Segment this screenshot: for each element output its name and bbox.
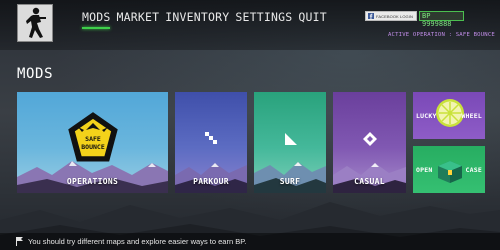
active-nav-indicator (82, 27, 110, 29)
stairs-icon (205, 132, 217, 144)
nav-market[interactable]: MARKET (117, 9, 160, 25)
main-nav: MODS MARKET INVENTORY SETTINGS QUIT (82, 9, 333, 25)
winged-pentagon-badge-icon: SAFE BOUNCE (68, 112, 118, 162)
card-mountains (333, 163, 406, 193)
card-label-surf: SURF (279, 177, 301, 186)
nav-mods[interactable]: MODS (82, 9, 111, 25)
facebook-login-button[interactable]: FACEBOOK LOGIN (365, 11, 417, 21)
card-mountains (175, 163, 247, 193)
nav-settings[interactable]: SETTINGS (235, 9, 292, 25)
facebook-icon (368, 13, 374, 19)
badge-text-bounce: BOUNCE (81, 143, 105, 151)
mode-card-operations[interactable]: SAFE BOUNCE OPERATIONS (17, 92, 168, 193)
case-label: CASE (465, 166, 482, 174)
case-box-icon (438, 161, 462, 183)
tip-text: You should try different maps and explor… (28, 237, 247, 246)
wheel-label: WHEEL (461, 112, 482, 120)
triangle-ramp-icon (285, 133, 297, 145)
mode-card-casual[interactable]: CASUAL (333, 92, 406, 193)
soldier-running-icon (26, 7, 46, 38)
lucky-label: LUCKY (416, 112, 437, 120)
badge-text-safe: SAFE (85, 135, 101, 143)
facebook-login-label: FACEBOOK LOGIN (376, 13, 413, 19)
card-label-parkour: PARKOUR (193, 177, 229, 186)
top-bar: MODS MARKET INVENTORY SETTINGS QUIT FACE… (0, 0, 500, 50)
nav-quit[interactable]: QUIT (298, 9, 327, 25)
card-label-casual: CASUAL (354, 177, 385, 186)
diamond-cross-icon (363, 132, 377, 146)
page-title: MODS (17, 66, 54, 82)
avatar[interactable] (17, 4, 53, 42)
mode-card-surf[interactable]: SURF (254, 92, 326, 193)
mode-card-parkour[interactable]: PARKOUR (175, 92, 247, 193)
card-mountains (254, 162, 326, 193)
tip-bar: You should try different maps and explor… (0, 233, 500, 250)
open-label: OPEN (416, 166, 433, 174)
active-operation-label: ACTIVE OPERATION : SAFE BOUNCE (387, 32, 495, 38)
nav-inventory[interactable]: INVENTORY (165, 9, 229, 25)
lucky-wheel-button[interactable]: LUCKY WHEEL (413, 92, 485, 139)
bp-balance: BP 9999888 (419, 11, 464, 28)
open-case-button[interactable]: OPEN CASE (413, 146, 485, 193)
card-label-operations: OPERATIONS (66, 177, 119, 186)
flag-icon (16, 237, 23, 246)
